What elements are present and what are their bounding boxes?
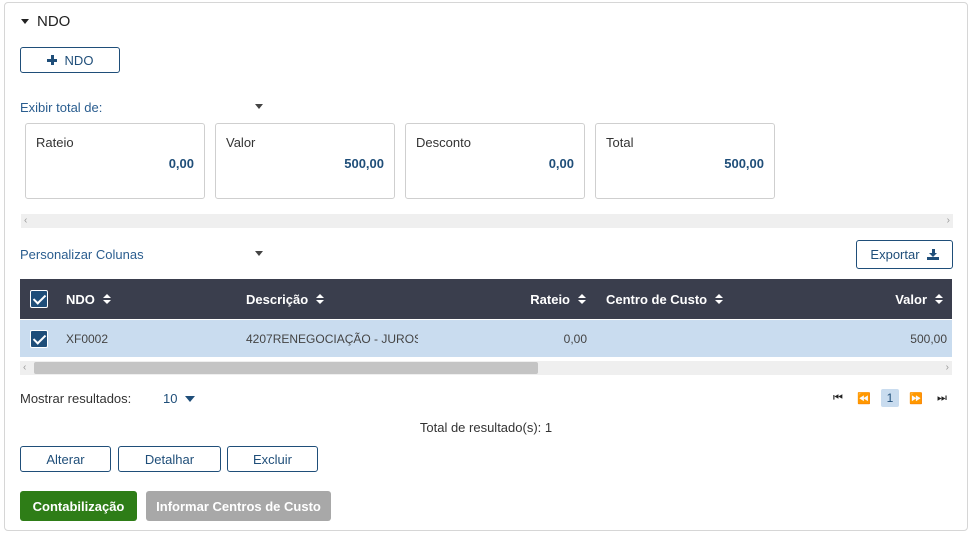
header-ndo[interactable]: NDO — [66, 279, 111, 319]
header-valor[interactable]: Valor — [800, 279, 943, 319]
chevron-down-icon — [255, 104, 263, 109]
ndo-table: NDO Descrição Rateio Centro de Custo Val… — [20, 279, 952, 357]
total-card-valor: Valor 500,00 — [215, 123, 395, 199]
add-ndo-label: NDO — [64, 52, 94, 68]
plus-icon — [46, 55, 57, 65]
scroll-left-icon[interactable]: ‹ — [23, 363, 26, 373]
card-label: Desconto — [416, 135, 471, 150]
ndo-panel: NDO NDO Exibir total de: Rateio 0,00 Val… — [4, 2, 968, 531]
export-label: Exportar — [870, 247, 920, 262]
cell-rateio: 0,00 — [563, 331, 587, 346]
section-title: NDO — [37, 13, 71, 30]
card-value: 0,00 — [548, 156, 574, 171]
download-icon — [926, 249, 939, 260]
page-number[interactable]: 1 — [881, 389, 899, 407]
card-value: 500,00 — [724, 156, 764, 171]
checkbox-checked-icon — [30, 329, 48, 348]
caret-down-icon — [21, 19, 29, 24]
sort-icon — [316, 294, 325, 304]
scroll-right-icon[interactable]: › — [947, 216, 950, 226]
next-page-icon[interactable]: ⏩ — [907, 389, 925, 407]
cell-descricao: 4207RENEGOCIAÇÃO - JUROS A — [246, 331, 418, 346]
detalhar-button[interactable]: Detalhar — [118, 446, 221, 472]
last-page-icon[interactable]: ⏭ — [933, 389, 951, 407]
export-button[interactable]: Exportar — [856, 240, 953, 269]
columns-select[interactable]: Personalizar Colunas — [20, 246, 263, 262]
sort-icon — [715, 294, 724, 304]
cell-ndo: XF0002 — [66, 331, 109, 346]
pagination: ⏮ ⏪ 1 ⏩ ⏭ — [829, 389, 951, 407]
total-card-rateio: Rateio 0,00 — [25, 123, 205, 199]
section-header[interactable]: NDO — [21, 13, 70, 30]
informar-centros-button[interactable]: Informar Centros de Custo — [146, 491, 331, 521]
chevron-down-icon — [255, 251, 263, 256]
add-ndo-button[interactable]: NDO — [20, 47, 120, 73]
prev-page-icon[interactable]: ⏪ — [855, 389, 873, 407]
scrollbar-thumb[interactable] — [34, 362, 538, 374]
cell-valor: 500,00 — [910, 331, 947, 346]
scroll-left-icon[interactable]: ‹ — [24, 216, 27, 226]
header-label: NDO — [66, 291, 95, 307]
table-header: NDO Descrição Rateio Centro de Custo Val… — [20, 279, 952, 319]
card-label: Total — [606, 135, 634, 150]
sort-icon — [102, 294, 111, 304]
table-row[interactable]: XF0002 4207RENEGOCIAÇÃO - JUROS A 0,00 5… — [20, 319, 952, 357]
card-value: 500,00 — [344, 156, 384, 171]
header-label: Rateio — [530, 291, 570, 307]
card-label: Valor — [226, 135, 256, 150]
header-descricao[interactable]: Descrição — [246, 279, 325, 319]
contabilizacao-button[interactable]: Contabilização — [20, 491, 137, 521]
results-label: Mostrar resultados: — [20, 391, 132, 406]
header-label: Descrição — [246, 291, 309, 307]
total-results: Total de resultado(s): 1 — [419, 420, 553, 435]
columns-select-label: Personalizar Colunas — [20, 246, 144, 262]
sort-icon — [935, 294, 943, 304]
per-page-value: 10 — [163, 391, 178, 406]
checkbox-checked-icon — [30, 290, 48, 308]
scroll-right-icon[interactable]: › — [946, 363, 949, 373]
results-per-page-select[interactable]: 10 — [163, 391, 196, 406]
card-label: Rateio — [36, 135, 74, 150]
chevron-down-icon — [185, 395, 196, 402]
sort-icon — [578, 294, 586, 304]
header-label: Valor — [895, 291, 927, 307]
table-scrollbar[interactable]: ‹ › — [20, 361, 952, 375]
totals-select-label: Exibir total de: — [20, 99, 103, 115]
total-card-total: Total 500,00 — [595, 123, 775, 199]
first-page-icon[interactable]: ⏮ — [829, 389, 847, 407]
total-card-desconto: Desconto 0,00 — [405, 123, 585, 199]
card-value: 0,00 — [168, 156, 194, 171]
excluir-button[interactable]: Excluir — [227, 446, 318, 472]
totals-select[interactable]: Exibir total de: — [20, 99, 263, 115]
select-all-checkbox[interactable] — [30, 279, 48, 319]
cards-scrollbar[interactable]: ‹ › — [21, 214, 953, 228]
alterar-button[interactable]: Alterar — [20, 446, 111, 472]
header-rateio[interactable]: Rateio — [460, 279, 586, 319]
row-checkbox[interactable] — [30, 320, 48, 357]
header-label: Centro de Custo — [606, 291, 708, 307]
header-centro-custo[interactable]: Centro de Custo — [606, 279, 724, 319]
